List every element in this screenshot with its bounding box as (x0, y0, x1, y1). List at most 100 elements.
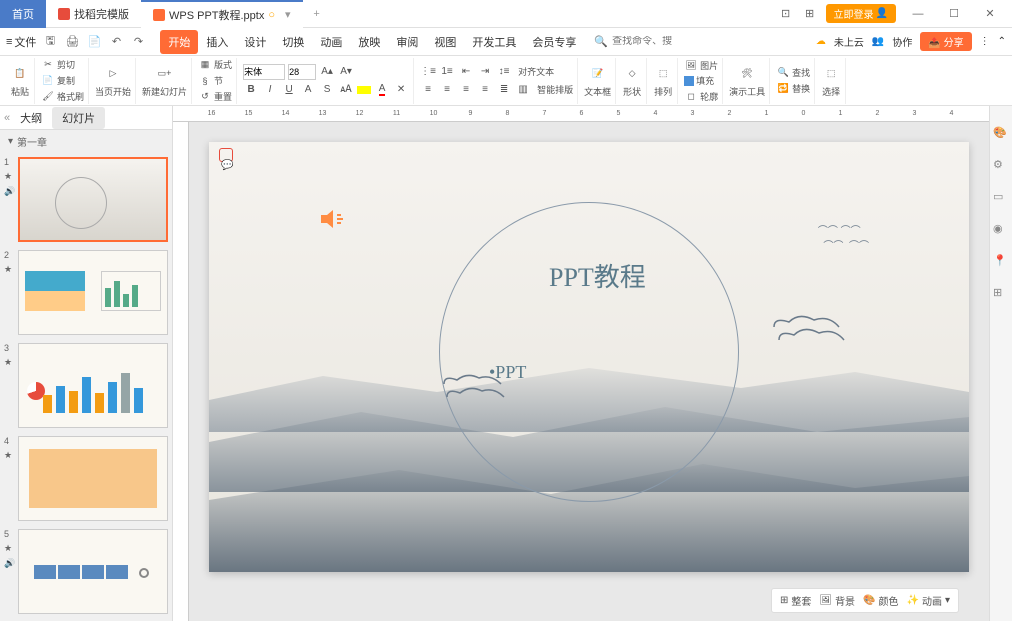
tab-dev[interactable]: 开发工具 (464, 30, 524, 54)
speaker-icon[interactable] (319, 207, 347, 234)
format-painter-button[interactable]: 🖌格式刷 (41, 90, 84, 104)
tab-view[interactable]: 视图 (426, 30, 464, 54)
home-tab[interactable]: 首页 (0, 0, 46, 28)
shapes-button[interactable]: ◇形状 (622, 63, 642, 98)
tab-start[interactable]: 开始 (160, 30, 198, 54)
columns-button[interactable]: ▥ (515, 82, 531, 98)
qat-print-icon[interactable]: 🖨 (64, 34, 80, 50)
clear-fmt-button[interactable]: ✕ (393, 82, 409, 98)
section-header[interactable]: ▾第一章 (0, 130, 172, 153)
select-button[interactable]: ⬚选择 (821, 63, 841, 98)
layout-button[interactable]: ▦版式 (198, 58, 232, 72)
cut-button[interactable]: ✂剪切 (41, 58, 84, 72)
line-spacing-button[interactable]: ↕≡ (496, 64, 512, 80)
st-full-button[interactable]: ⊞整套 (780, 593, 811, 608)
tab-transition[interactable]: 切换 (274, 30, 312, 54)
rail-style-icon[interactable]: 🎨 (993, 126, 1009, 142)
thumb-1[interactable] (18, 157, 168, 242)
tab-animation[interactable]: 动画 (312, 30, 350, 54)
indent-dec-button[interactable]: ⇤ (458, 64, 474, 80)
rail-location-icon[interactable]: 📍 (993, 254, 1009, 270)
copy-button[interactable]: 📄复制 (41, 74, 84, 88)
justify-button[interactable]: ≡ (477, 82, 493, 98)
tab-slideshow[interactable]: 放映 (350, 30, 388, 54)
tab-insert[interactable]: 插入 (198, 30, 236, 54)
rail-more-icon[interactable]: ⊞ (993, 286, 1009, 302)
bold-button[interactable]: B (243, 82, 259, 98)
strike-button[interactable]: A (300, 82, 316, 98)
dec-font-icon[interactable]: A▾ (338, 64, 354, 80)
thumb-4[interactable] (18, 436, 168, 521)
reset-button[interactable]: ↺重置 (198, 90, 232, 104)
thumb-5[interactable] (18, 529, 168, 614)
share-button[interactable]: 📤 分享 (920, 32, 971, 51)
st-bg-button[interactable]: 🖼背景 (819, 593, 855, 608)
tools-button[interactable]: 🛠演示工具 (729, 63, 765, 98)
tb-icon-1[interactable]: ⊡ (778, 6, 794, 22)
ribbon-collapse-icon[interactable]: ⌃ (998, 36, 1006, 47)
numbering-button[interactable]: 1≡ (439, 64, 455, 80)
tab-design[interactable]: 设计 (236, 30, 274, 54)
st-anim-button[interactable]: ✨动画▾ (907, 593, 950, 608)
replace-button[interactable]: 🔁替换 (776, 82, 810, 96)
close-button[interactable]: ✕ (976, 0, 1004, 28)
command-search-input[interactable] (612, 36, 672, 47)
strike2-button[interactable]: S (319, 82, 335, 98)
minimize-button[interactable]: — (904, 0, 932, 28)
qat-redo-icon[interactable]: ↷ (130, 34, 146, 50)
login-button[interactable]: 立即登录👤 (826, 4, 896, 23)
paste-button[interactable]: 📋 粘贴 (10, 63, 30, 98)
slide-title[interactable]: PPT教程 (549, 257, 646, 294)
section-button[interactable]: §节 (198, 74, 232, 88)
align-center-button[interactable]: ≡ (439, 82, 455, 98)
play-button[interactable]: ▷ 当页开始 (95, 63, 131, 98)
outline-tab[interactable]: 大纲 (10, 107, 52, 129)
font-family-select[interactable] (243, 64, 285, 80)
align-right-button[interactable]: ≡ (458, 82, 474, 98)
sub-button[interactable]: 🗚 (338, 82, 354, 98)
rail-settings-icon[interactable]: ⚙ (993, 158, 1009, 174)
tab-review[interactable]: 审阅 (388, 30, 426, 54)
fill-button[interactable]: 填充 (684, 74, 718, 87)
qat-undo-icon[interactable]: ↶ (108, 34, 124, 50)
underline-button[interactable]: U (281, 82, 297, 98)
font-color-button[interactable]: A (374, 82, 390, 98)
tab-member[interactable]: 会员专享 (524, 30, 584, 54)
maximize-button[interactable]: ☐ (940, 0, 968, 28)
outline-button[interactable]: ◻轮廓 (684, 89, 718, 103)
highlight-button[interactable] (357, 86, 371, 94)
textbox-button[interactable]: 📝文本框 (584, 63, 611, 98)
font-size-select[interactable] (288, 64, 316, 80)
close-tab-icon[interactable]: ▾ (285, 8, 291, 21)
smart-layout-button[interactable]: 智能排版 (537, 83, 573, 96)
document-tab[interactable]: WPS PPT教程.pptx ○ ▾ (141, 0, 303, 28)
rail-template-icon[interactable]: ▭ (993, 190, 1009, 206)
file-menu[interactable]: ≡ 文件 (6, 34, 36, 50)
new-tab-button[interactable]: + (303, 8, 331, 20)
daotu-tab[interactable]: 找稻完模版 (46, 0, 141, 28)
thumb-3[interactable] (18, 343, 168, 428)
pic-button[interactable]: 🖼图片 (684, 58, 718, 72)
bullets-button[interactable]: ⋮≡ (420, 64, 436, 80)
indent-inc-button[interactable]: ⇥ (477, 64, 493, 80)
qat-preview-icon[interactable]: 📄 (86, 34, 102, 50)
arrange-button[interactable]: ⬚排列 (653, 63, 673, 98)
tb-grid-icon[interactable]: ⊞ (802, 6, 818, 22)
new-slide-button[interactable]: ▭+ 新建幻灯片 (142, 63, 187, 98)
st-color-button[interactable]: 🎨颜色 (863, 593, 898, 608)
find-button[interactable]: 🔍查找 (776, 66, 810, 80)
slides-tab[interactable]: 幻灯片 (52, 107, 105, 129)
slide-canvas[interactable]: 💬 PPT教程 •PPT ⌒⌒ ⌒⌒ (209, 142, 969, 572)
qat-save-icon[interactable]: 🖫 (42, 34, 58, 50)
cloud-icon[interactable]: ☁ (816, 36, 826, 47)
more-icon[interactable]: ⋮ (980, 36, 990, 47)
italic-button[interactable]: I (262, 82, 278, 98)
comment-bubble-icon[interactable]: 💬 (221, 160, 233, 171)
distribute-button[interactable]: ≣ (496, 82, 512, 98)
outline-icon: ◻ (684, 89, 698, 103)
inc-font-icon[interactable]: A▴ (319, 64, 335, 80)
thumb-2[interactable] (18, 250, 168, 335)
rail-material-icon[interactable]: ◉ (993, 222, 1009, 238)
align-left-button[interactable]: ≡ (420, 82, 436, 98)
collab-icon[interactable]: 👥 (872, 36, 884, 47)
